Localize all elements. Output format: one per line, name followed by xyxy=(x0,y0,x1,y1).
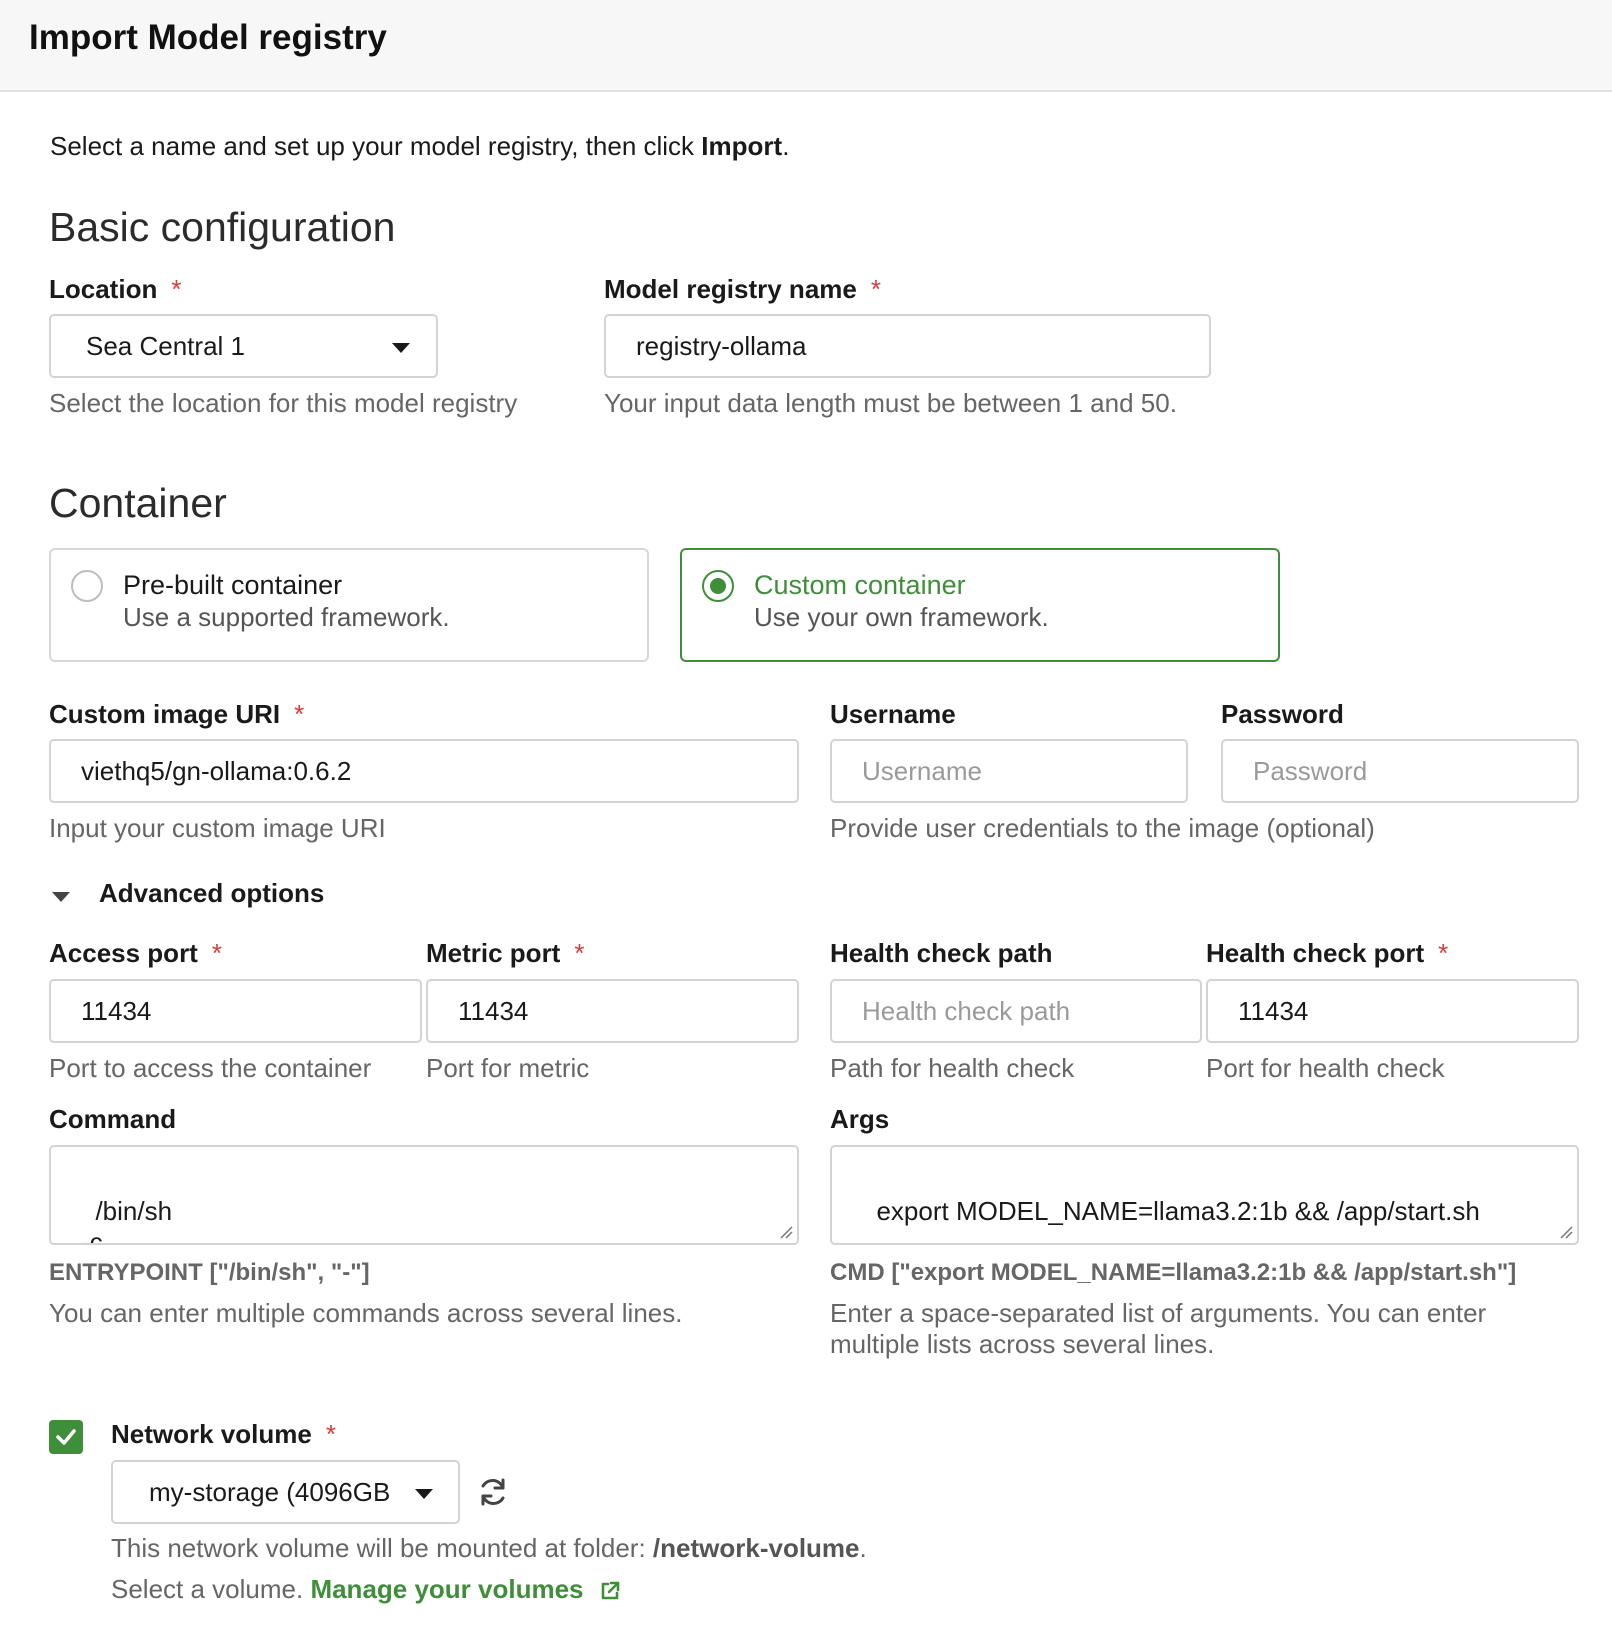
radio-selected-icon[interactable] xyxy=(702,570,734,602)
prebuilt-container-option[interactable]: Pre-built container Use a supported fram… xyxy=(49,548,649,662)
username-input[interactable]: Username xyxy=(830,739,1188,803)
args-label: Args xyxy=(830,1104,890,1134)
args-help-line-2: multiple lists across several lines. xyxy=(830,1329,1215,1359)
required-marker: * xyxy=(1438,938,1449,968)
health-path-label: Health check path xyxy=(830,938,1053,968)
credentials-help: Provide user credentials to the image (o… xyxy=(830,813,1375,843)
metric-port-label: Metric port * xyxy=(426,938,585,968)
access-port-help: Port to access the container xyxy=(49,1053,372,1083)
custom-container-option[interactable]: Custom container Use your own framework. xyxy=(680,548,1280,662)
location-select[interactable]: Sea Central 1 xyxy=(49,314,438,378)
required-marker: * xyxy=(325,1419,336,1449)
registry-name-help: Your input data length must be between 1… xyxy=(604,388,1177,418)
resize-handle-icon[interactable] xyxy=(1559,1225,1573,1239)
chevron-down-icon xyxy=(415,1489,433,1499)
command-help: You can enter multiple commands across s… xyxy=(49,1298,683,1328)
password-input[interactable]: Password xyxy=(1221,739,1579,803)
manage-volumes-link[interactable]: Manage your volumes xyxy=(310,1574,583,1604)
location-help: Select the location for this model regis… xyxy=(49,388,518,418)
health-port-input[interactable]: 11434 xyxy=(1206,979,1579,1043)
required-marker: * xyxy=(870,274,881,304)
network-volume-label: Network volume * xyxy=(111,1419,336,1449)
location-label: Location * xyxy=(49,274,182,304)
access-port-label: Access port * xyxy=(49,938,222,968)
checkmark-icon xyxy=(56,1429,76,1445)
caret-down-icon xyxy=(52,892,70,902)
chevron-down-icon xyxy=(392,343,410,353)
password-label: Password xyxy=(1221,699,1344,729)
command-textarea[interactable]: /bin/sh -c xyxy=(49,1145,799,1245)
required-marker: * xyxy=(171,274,182,304)
health-port-label: Health check port * xyxy=(1206,938,1449,968)
command-label: Command xyxy=(49,1104,177,1134)
select-volume-help: Select a volume. Manage your volumes xyxy=(111,1574,621,1605)
page-header: Import Model registry xyxy=(0,0,1612,92)
image-uri-label: Custom image URI * xyxy=(49,699,305,729)
external-link-icon[interactable] xyxy=(599,1580,621,1602)
access-port-input[interactable]: 11434 xyxy=(49,979,422,1043)
health-port-help: Port for health check xyxy=(1206,1053,1445,1083)
required-marker: * xyxy=(574,938,585,968)
network-volume-select[interactable]: my-storage (4096GB xyxy=(111,1460,460,1524)
health-path-input[interactable]: Health check path xyxy=(830,979,1202,1043)
registry-name-input[interactable]: registry-ollama xyxy=(604,314,1211,378)
username-label: Username xyxy=(830,699,956,729)
network-volume-checkbox[interactable] xyxy=(49,1420,83,1454)
args-textarea[interactable]: export MODEL_NAME=llama3.2:1b && /app/st… xyxy=(830,1145,1579,1245)
basic-configuration-title: Basic configuration xyxy=(49,204,396,250)
intro-text: Select a name and set up your model regi… xyxy=(50,131,790,161)
entrypoint-preview: ENTRYPOINT ["/bin/sh", "-"] xyxy=(49,1259,370,1286)
image-uri-input[interactable]: viethq5/gn-ollama:0.6.2 xyxy=(49,739,799,803)
radio-unselected-icon[interactable] xyxy=(71,570,103,602)
cmd-preview: CMD ["export MODEL_NAME=llama3.2:1b && /… xyxy=(830,1259,1517,1286)
resize-handle-icon[interactable] xyxy=(779,1225,793,1239)
required-marker: * xyxy=(294,699,305,729)
registry-name-label: Model registry name * xyxy=(604,274,881,304)
metric-port-input[interactable]: 11434 xyxy=(426,979,799,1043)
metric-port-help: Port for metric xyxy=(426,1053,590,1083)
container-title: Container xyxy=(49,480,227,526)
image-uri-help: Input your custom image URI xyxy=(49,813,386,843)
page-title: Import Model registry xyxy=(29,18,387,57)
mount-info: This network volume will be mounted at f… xyxy=(111,1533,867,1563)
args-help-line-1: Enter a space-separated list of argument… xyxy=(830,1298,1487,1328)
refresh-icon[interactable] xyxy=(476,1475,510,1509)
required-marker: * xyxy=(211,938,222,968)
advanced-options-toggle[interactable]: Advanced options xyxy=(49,878,349,914)
health-path-help: Path for health check xyxy=(830,1053,1075,1083)
